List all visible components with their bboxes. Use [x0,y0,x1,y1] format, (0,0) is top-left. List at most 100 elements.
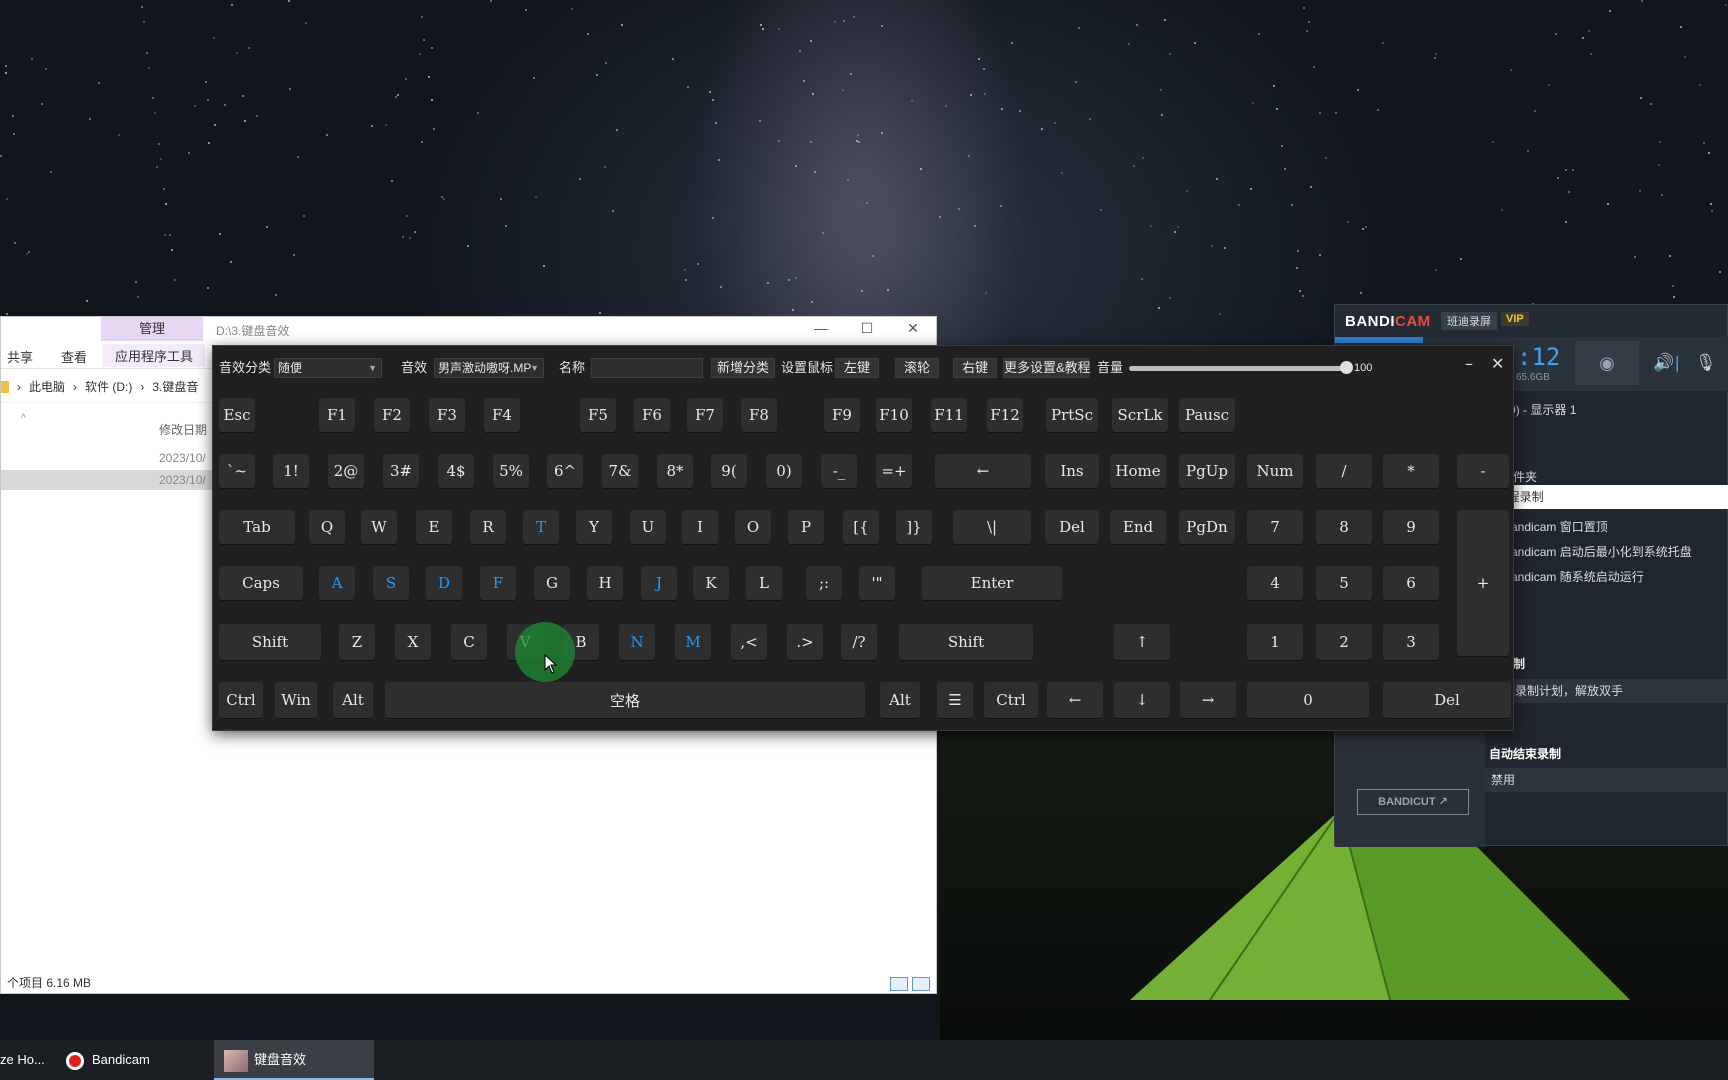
mode-tab-active[interactable] [1335,337,1423,343]
tab-share[interactable]: 共享 [7,347,33,366]
key-F11[interactable]: F11 [931,398,967,432]
key-`~[interactable]: `~ [219,454,255,488]
minimize-button[interactable]: – [1465,354,1473,373]
category-select[interactable]: 随便 ▼ [274,358,382,378]
key-←[interactable]: ← [935,454,1031,488]
key-F2[interactable]: F2 [374,398,410,432]
key-Caps[interactable]: Caps [219,566,303,600]
key-W[interactable]: W [361,510,397,544]
key-2[interactable]: 2 [1316,624,1372,660]
key-U[interactable]: U [630,510,666,544]
key-H[interactable]: H [587,566,623,600]
key-+[interactable]: + [1457,510,1509,656]
key-=+[interactable]: =+ [876,454,912,488]
key-Shift[interactable]: Shift [219,624,321,660]
key-F6[interactable]: F6 [634,398,670,432]
name-input[interactable] [591,358,703,378]
key-Z[interactable]: Z [339,624,375,660]
sound-select[interactable]: 男声激动嗷呀.MP ▼ [434,358,544,378]
checkbox-label[interactable]: Bandicam 启动后最小化到系统托盘 [1503,543,1692,560]
left-click-button[interactable]: 左键 [835,358,879,378]
key-F7[interactable]: F7 [687,398,723,432]
key--[interactable]: - [1457,454,1509,488]
key-/?[interactable]: /? [841,624,877,660]
key-I[interactable]: I [682,510,718,544]
key-T[interactable]: T [523,510,559,544]
key-2@[interactable]: 2@ [328,454,364,488]
key-X[interactable]: X [395,624,431,660]
key-F8[interactable]: F8 [741,398,777,432]
key-R[interactable]: R [470,510,506,544]
key-Pausc[interactable]: Pausc [1179,398,1235,432]
key-Tab[interactable]: Tab [219,510,295,544]
key-F9[interactable]: F9 [824,398,860,432]
key-Alt[interactable]: Alt [880,682,920,718]
key-Win[interactable]: Win [275,682,317,718]
key-G[interactable]: G [534,566,570,600]
column-modified-date[interactable]: 修改日期 [159,421,207,438]
breadcrumb-folder[interactable]: 3.键盘音 [152,378,198,395]
webcam-icon[interactable]: ◉ [1575,341,1639,385]
key-A[interactable]: A [319,566,355,600]
key-↓[interactable]: ↓ [1114,682,1170,718]
key-8*[interactable]: 8* [657,454,693,488]
details-view-icon[interactable] [890,977,908,991]
maximize-button[interactable]: ☐ [844,317,890,341]
key-Ctrl[interactable]: Ctrl [219,682,263,718]
key-3[interactable]: 3 [1383,624,1439,660]
key-Alt[interactable]: Alt [333,682,373,718]
minimize-button[interactable]: — [798,317,844,341]
key-9[interactable]: 9 [1383,510,1439,544]
tab-app-tools[interactable]: 应用程序工具 [103,344,206,367]
key-5[interactable]: 5 [1316,566,1372,600]
file-row-date[interactable]: 2023/10/ [159,451,206,465]
key--_[interactable]: -_ [821,454,857,488]
key-6[interactable]: 6 [1383,566,1439,600]
autostop-select[interactable]: 禁用 [1485,768,1728,792]
key-7[interactable]: 7 [1247,510,1303,544]
key-L[interactable]: L [746,566,782,600]
key-F4[interactable]: F4 [484,398,520,432]
key-'"[interactable]: '" [859,566,895,600]
close-button[interactable]: ✕ [1491,354,1504,373]
key-;:[interactable]: ;: [806,566,842,600]
volume-slider-handle[interactable] [1340,361,1353,374]
key-ScrLk[interactable]: ScrLk [1112,398,1168,432]
right-click-button[interactable]: 右键 [953,358,997,378]
key-S[interactable]: S [373,566,409,600]
key-PgUp[interactable]: PgUp [1179,454,1235,488]
explorer-titlebar[interactable]: 管理 D:\3.键盘音效 — ☐ ✕ [1,317,936,341]
key-Home[interactable]: Home [1110,454,1166,488]
key-End[interactable]: End [1110,510,1166,544]
key-1[interactable]: 1 [1247,624,1303,660]
key-☰[interactable]: ☰ [937,682,973,718]
key-/[interactable]: / [1316,454,1372,488]
key-J[interactable]: J [641,566,677,600]
breadcrumb-this-pc[interactable]: 此电脑 [29,378,65,395]
key-Q[interactable]: Q [309,510,345,544]
checkbox-label[interactable]: Bandicam 窗口置顶 [1503,518,1608,535]
key-E[interactable]: E [416,510,452,544]
schedule-field[interactable]: 创建录制计划，解放双手 [1485,679,1728,703]
speaker-icon[interactable]: 🔊 [1653,353,1674,373]
key-6^[interactable]: 6^ [547,454,583,488]
key-P[interactable]: P [788,510,824,544]
key-K[interactable]: K [693,566,729,600]
taskbar-keyboard-sound[interactable]: 键盘音效 [214,1040,374,1080]
key-空格[interactable]: 空格 [385,682,865,718]
key-4$[interactable]: 4$ [438,454,474,488]
key-←[interactable]: ← [1047,682,1103,718]
key-↑[interactable]: ↑ [1114,624,1170,660]
key-8[interactable]: 8 [1316,510,1372,544]
key-PrtSc[interactable]: PrtSc [1046,398,1098,432]
key-Ins[interactable]: Ins [1045,454,1099,488]
key-Enter[interactable]: Enter [922,566,1062,600]
key-F3[interactable]: F3 [429,398,465,432]
taskbar-bandicam[interactable]: Bandicam [62,1040,210,1080]
key-Esc[interactable]: Esc [219,398,255,432]
key-Shift[interactable]: Shift [899,624,1033,660]
key-]}[interactable]: ]} [896,510,932,544]
key-5%[interactable]: 5% [493,454,529,488]
volume-slider[interactable] [1129,366,1351,371]
keyboard-sound-window[interactable]: 音效分类 随便 ▼ 音效 男声激动嗷呀.MP ▼ 名称 新增分类 设置鼠标 左键 滚… [212,345,1514,731]
